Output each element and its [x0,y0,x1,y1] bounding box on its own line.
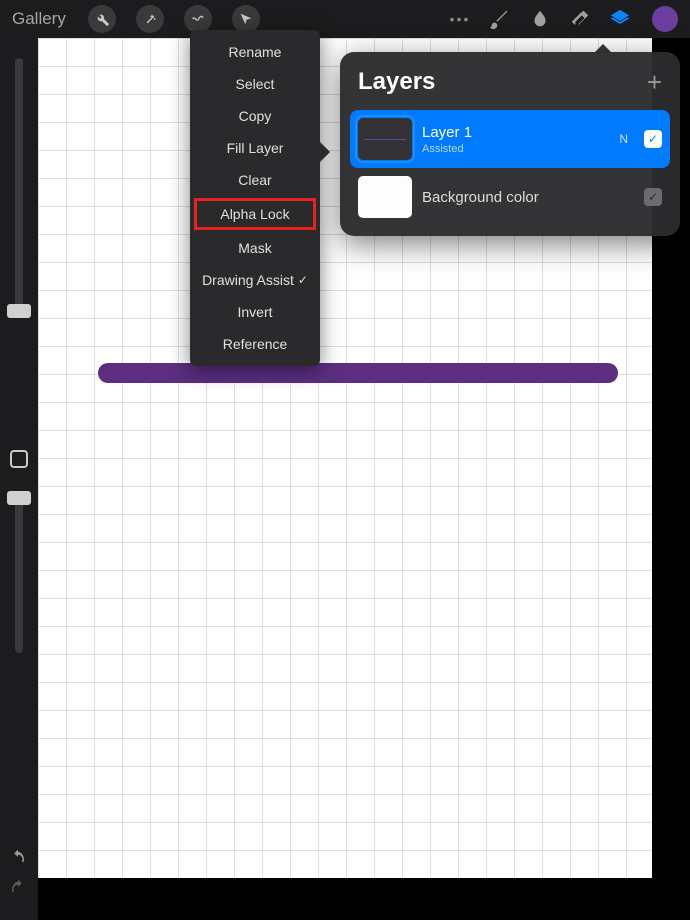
context-item-label: Copy [239,108,272,124]
layers-panel: Layers + Layer 1AssistedN✓Background col… [340,52,680,236]
redo-button[interactable] [0,878,38,898]
redo-icon [9,878,29,898]
brush-size-slider[interactable] [15,58,23,308]
add-layer-button[interactable]: + [647,69,662,95]
eraser-tool-button[interactable] [560,0,600,38]
eraser-icon [569,8,591,30]
context-item-reference[interactable]: Reference [190,328,320,360]
opacity-thumb[interactable] [7,491,31,505]
wrench-icon [94,11,110,27]
transform-button[interactable] [232,5,260,33]
context-item-rename[interactable]: Rename [190,36,320,68]
context-item-copy[interactable]: Copy [190,100,320,132]
undo-button[interactable] [0,848,38,868]
layers-panel-title: Layers [358,68,435,96]
layer-subtitle: Assisted [422,143,609,155]
layer-thumbnail [358,176,412,218]
layer-name: Layer 1 [422,124,609,141]
selection-icon [190,11,206,27]
context-item-fill-layer[interactable]: Fill Layer [190,132,320,164]
context-item-invert[interactable]: Invert [190,296,320,328]
context-item-label: Invert [237,304,272,320]
ellipsis-icon: ••• [450,11,471,27]
modify-button[interactable] [10,450,28,468]
smudge-tool-button[interactable] [520,0,560,38]
layer-thumbnail [358,118,412,160]
context-item-label: Drawing Assist [202,272,294,288]
layer-visibility-checkbox[interactable]: ✓ [644,130,662,148]
layers-icon [609,8,631,30]
drawn-stroke [98,363,618,383]
context-item-drawing-assist[interactable]: Drawing Assist ✓ [190,264,320,296]
actions-button[interactable] [88,5,116,33]
context-item-label: Fill Layer [227,140,284,156]
context-item-label: Select [236,76,275,92]
brush-size-thumb[interactable] [7,304,31,318]
brush-icon [489,8,511,30]
brush-tool-button[interactable] [480,0,520,38]
background-layer-row[interactable]: Background color ✓ [350,168,670,226]
context-item-label: Alpha Lock [220,206,289,222]
layer-context-menu: Rename Select Copy Fill Layer Clear Alpha Loc… [190,30,320,366]
cursor-icon [238,11,254,27]
context-item-label: Mask [238,240,271,256]
check-icon: ✓ [298,273,308,287]
layer-name: Background color [422,189,634,206]
context-item-label: Clear [238,172,271,188]
selection-button[interactable] [184,5,212,33]
blend-mode-indicator[interactable]: N [619,132,628,146]
undo-icon [9,848,29,868]
adjustments-button[interactable] [136,5,164,33]
layer-visibility-checkbox[interactable]: ✓ [644,188,662,206]
opacity-slider[interactable] [15,493,23,653]
top-toolbar: Gallery ••• [0,0,690,38]
context-item-label: Reference [223,336,288,352]
layer-info: Background color [422,189,634,206]
more-button[interactable]: ••• [440,0,480,38]
thumb-stroke [364,139,406,140]
smudge-icon [529,8,551,30]
context-item-alpha-lock[interactable]: Alpha Lock [194,198,316,230]
context-item-select[interactable]: Select [190,68,320,100]
layer-info: Layer 1 Assisted [422,124,609,155]
wand-icon [142,11,158,27]
layer-row[interactable]: Layer 1 Assisted N ✓ [350,110,670,168]
context-item-label: Rename [229,44,282,60]
color-swatch-button[interactable] [652,6,678,32]
layers-tool-button[interactable] [600,0,640,38]
context-item-mask[interactable]: Mask [190,232,320,264]
gallery-button[interactable]: Gallery [0,9,78,29]
menu-pointer [320,142,330,162]
left-sidebar [0,38,38,920]
context-item-clear[interactable]: Clear [190,164,320,196]
